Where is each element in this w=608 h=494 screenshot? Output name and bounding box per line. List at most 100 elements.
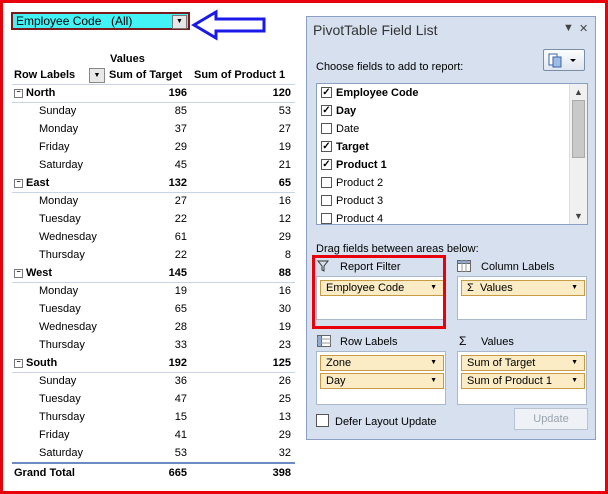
- day-row: Thursday 15 13: [12, 408, 295, 426]
- sum-of-target-cell: 19: [174, 285, 187, 297]
- field-item[interactable]: Product 2: [319, 174, 569, 192]
- day-chip-label: Day: [326, 375, 346, 387]
- field-item[interactable]: Date: [319, 120, 569, 138]
- field-item[interactable]: ✓ Employee Code: [319, 84, 569, 102]
- day-label: Tuesday: [39, 213, 81, 225]
- sum-of-product1-header: Sum of Product 1: [194, 69, 286, 81]
- layout-options-button[interactable]: [543, 49, 585, 71]
- employee-code-filter[interactable]: Employee Code (All) ▼: [11, 12, 190, 30]
- sum-of-target-chip[interactable]: Sum of Target ▼: [461, 355, 585, 371]
- sum-of-target-cell: 27: [174, 195, 187, 207]
- sum-of-product1-cell: 65: [278, 177, 291, 189]
- header-row: Row Labels ▼ Sum of Target Sum of Produc…: [12, 66, 295, 85]
- zone-label: North: [26, 87, 56, 99]
- zone-row: − South 192 125: [12, 354, 295, 373]
- defer-layout-update[interactable]: Defer Layout Update: [316, 414, 437, 428]
- day-row: Sunday 36 26: [12, 372, 295, 390]
- day-label: Sunday: [39, 375, 77, 387]
- checked-checkbox[interactable]: ✓: [321, 87, 332, 98]
- sum-of-target-cell: 47: [174, 393, 187, 405]
- day-row: Monday 19 16: [12, 282, 295, 300]
- field-item[interactable]: ✓ Target: [319, 138, 569, 156]
- pivot-field-list-panel: PivotTable Field List ▼ ✕ Choose fields …: [306, 16, 596, 440]
- day-row: Sunday 85 53: [12, 102, 295, 120]
- scroll-up-icon[interactable]: ▲: [570, 84, 587, 100]
- scroll-down-icon[interactable]: ▼: [570, 208, 587, 224]
- field-label: Product 4: [336, 213, 384, 225]
- day-label: Monday: [39, 195, 79, 207]
- collapse-icon[interactable]: −: [14, 268, 23, 278]
- layout-grid-icon: [548, 53, 576, 68]
- day-row: Friday 29 19: [12, 138, 295, 156]
- zone-row: − East 132 65: [12, 174, 295, 193]
- row-labels-filter-icon[interactable]: ▼: [89, 68, 105, 83]
- sum-of-target-cell: 145: [168, 267, 187, 279]
- chip-dropdown-icon[interactable]: ▼: [571, 356, 578, 370]
- zone-label: East: [26, 177, 50, 189]
- day-row: Thursday 33 23: [12, 336, 295, 354]
- sum-of-product1-cell: 21: [278, 159, 291, 171]
- unchecked-checkbox[interactable]: [321, 123, 332, 134]
- field-item[interactable]: Product 4: [319, 210, 569, 225]
- panel-title: PivotTable Field List: [313, 22, 438, 38]
- field-item[interactable]: Product 3: [319, 192, 569, 210]
- sum-of-target-cell: 45: [174, 159, 187, 171]
- day-label: Saturday: [39, 447, 84, 459]
- chip-dropdown-icon[interactable]: ▼: [571, 281, 578, 295]
- sum-of-product1-cell: 12: [278, 213, 291, 225]
- day-label: Thursday: [39, 249, 85, 261]
- values-chip[interactable]: Σ Values ▼: [461, 280, 585, 296]
- sum-of-target-cell: 37: [174, 123, 187, 135]
- sum-of-target-cell: 85: [174, 105, 187, 117]
- unchecked-checkbox[interactable]: [321, 195, 332, 206]
- defer-checkbox[interactable]: [316, 414, 329, 427]
- day-label: Monday: [39, 285, 79, 297]
- drag-fields-label: Drag fields between areas below:: [316, 243, 479, 255]
- collapse-icon[interactable]: −: [14, 88, 23, 98]
- values-area-label: Values: [481, 336, 514, 348]
- chip-dropdown-icon[interactable]: ▼: [430, 374, 437, 388]
- unchecked-checkbox[interactable]: [321, 213, 332, 224]
- checked-checkbox[interactable]: ✓: [321, 141, 332, 152]
- filter-dropdown-icon[interactable]: ▼: [172, 15, 187, 29]
- sum-of-product1-chip[interactable]: Sum of Product 1 ▼: [461, 373, 585, 389]
- field-label: Day: [336, 105, 357, 117]
- field-label: Product 3: [336, 195, 384, 207]
- day-row: Thursday 22 8: [12, 246, 295, 264]
- collapse-icon[interactable]: −: [14, 358, 23, 368]
- field-item[interactable]: ✓ Product 1: [319, 156, 569, 174]
- column-labels-area[interactable]: Σ Values ▼: [457, 276, 587, 320]
- field-item[interactable]: ✓ Day: [319, 102, 569, 120]
- sum-of-target-cell: 22: [174, 249, 187, 261]
- values-chip-label: Values: [479, 282, 513, 294]
- sum-of-target-cell: 192: [168, 357, 187, 369]
- scroll-thumb[interactable]: [572, 100, 585, 158]
- column-grid-icon: [457, 260, 471, 275]
- panel-close-icon[interactable]: ✕: [579, 22, 588, 35]
- field-label: Date: [336, 123, 360, 135]
- day-label: Thursday: [39, 411, 85, 423]
- sigma-icon: Σ: [459, 334, 467, 348]
- day-row: Tuesday 22 12: [12, 210, 295, 228]
- sum-of-target-header: Sum of Target: [109, 69, 183, 81]
- zone-label-cell: − West: [14, 264, 52, 282]
- row-labels-area[interactable]: Zone ▼ Day ▼: [316, 351, 446, 405]
- day-label: Monday: [39, 123, 79, 135]
- checked-checkbox[interactable]: ✓: [321, 159, 332, 170]
- chip-dropdown-icon[interactable]: ▼: [571, 374, 578, 388]
- sum-of-product1-cell: 26: [278, 375, 291, 387]
- panel-menu-icon[interactable]: ▼: [563, 22, 574, 34]
- checked-checkbox[interactable]: ✓: [321, 105, 332, 116]
- values-area[interactable]: Sum of Target ▼ Sum of Product 1 ▼: [457, 351, 587, 405]
- unchecked-checkbox[interactable]: [321, 177, 332, 188]
- zone-chip[interactable]: Zone ▼: [320, 355, 444, 371]
- sum-of-target-cell: 15: [174, 411, 187, 423]
- chip-dropdown-icon[interactable]: ▼: [430, 356, 437, 370]
- sum-of-product1-cell: 27: [278, 123, 291, 135]
- update-button[interactable]: Update: [514, 408, 588, 430]
- sum-of-target-cell: 53: [174, 447, 187, 459]
- day-chip[interactable]: Day ▼: [320, 373, 444, 389]
- collapse-icon[interactable]: −: [14, 178, 23, 188]
- field-list-scrollbar[interactable]: ▲ ▼: [569, 84, 587, 224]
- sum-of-target-cell: 36: [174, 375, 187, 387]
